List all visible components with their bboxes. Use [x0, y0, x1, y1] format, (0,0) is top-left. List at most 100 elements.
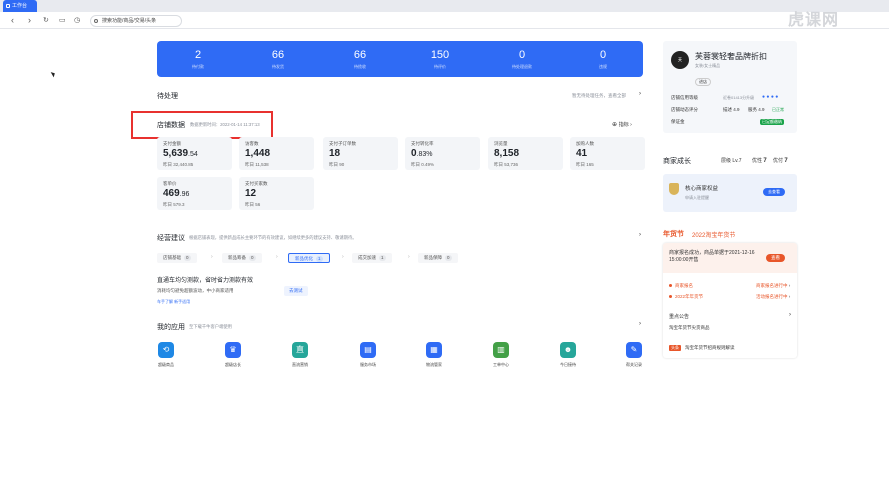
forward-icon[interactable]: ›: [28, 15, 31, 26]
metric-title: 加购人数: [576, 141, 594, 146]
app-item[interactable]: ✎ 帮关记录: [614, 342, 654, 368]
metric-card[interactable]: 支付子订单数 18 昨日 90: [323, 137, 398, 170]
tab-workbench[interactable]: 工作台: [3, 0, 37, 12]
plus-icon: ⊕: [612, 122, 619, 128]
metric-value: 469.96: [163, 188, 190, 199]
page-icon[interactable]: ▭: [59, 15, 66, 26]
stat-item[interactable]: 0 违规: [583, 49, 623, 70]
app-item[interactable]: ▦ 物流管家: [414, 342, 454, 368]
test-button[interactable]: 去测试: [284, 286, 308, 296]
metric-card[interactable]: 支付金额 5,639.54 昨日 32,440.85: [157, 137, 232, 170]
metric-yesterday: 昨日 90: [329, 162, 345, 167]
news-item[interactable]: 淘宝年货节招商规则解读: [685, 345, 735, 351]
step-tab[interactable]: 新品保障 0: [418, 253, 458, 263]
chevron-right-icon[interactable]: ›: [639, 321, 641, 327]
reload-icon[interactable]: ↻: [43, 15, 49, 26]
app-label: 超级商品: [158, 362, 174, 367]
stat-item[interactable]: 66 待揽收: [340, 49, 380, 70]
metric-title: 支付金额: [163, 141, 181, 146]
chevron-right-icon[interactable]: ›: [639, 91, 641, 97]
app-label: 今日接待: [560, 362, 576, 367]
app-label: 工单中心: [493, 362, 509, 367]
apps-note: 至下载千牛客户端使用: [189, 324, 232, 329]
stat-item[interactable]: 0 待处理退款: [502, 49, 542, 70]
app-item[interactable]: ⟲ 超级商品: [146, 342, 186, 368]
crown-icon: ♛: [225, 342, 241, 358]
shield-icon: [669, 183, 679, 195]
announce-title: 重点公告: [669, 314, 690, 320]
stat-label: 待评价: [434, 64, 446, 69]
ticket-center-icon: ▥: [493, 342, 509, 358]
metric-value: 12: [245, 188, 257, 199]
address-text: 搜索功能/商品/交易/头条: [102, 18, 157, 24]
metric-card[interactable]: 浏览量 8,158 昨日 53,736: [488, 137, 563, 170]
stat-item[interactable]: 66 待发货: [258, 49, 298, 70]
festival-item[interactable]: 2022年年货节: [669, 294, 703, 300]
app-item[interactable]: ♛ 超级店长: [213, 342, 253, 368]
stat-value: 150: [430, 49, 450, 61]
app-item[interactable]: ▥ 工单中心: [481, 342, 521, 368]
browser-toolbar: ‹ › ↻ ▭ ◷ 搜索功能/商品/交易/头条: [0, 12, 889, 29]
stat-value: 66: [271, 49, 285, 61]
growth-comp: 优付 7: [773, 158, 788, 164]
view-benefit-button[interactable]: 去查看: [763, 188, 785, 196]
step-tab[interactable]: 新品筹备 0: [222, 253, 262, 263]
metric-card[interactable]: 支付转化率 0.83% 昨日 0.49%: [405, 137, 480, 170]
chevron-right-icon[interactable]: ›: [639, 232, 641, 238]
arrow-icon: ›: [342, 254, 344, 260]
advice-item-desc: 消耗均匀避免超额波动，中小商家适用: [157, 288, 234, 293]
step-tab[interactable]: 店铺基础 0: [157, 253, 197, 263]
level-note: 近卷01413分升级: [723, 95, 755, 100]
dsr-status: 已正常: [772, 107, 784, 112]
metric-title: 支付买家数: [245, 181, 268, 186]
growth-title: 商家成长: [663, 158, 691, 165]
metric-card[interactable]: 客单价 469.96 昨日 579.3: [157, 177, 232, 210]
chevron-right-icon[interactable]: ›: [789, 312, 791, 318]
history-icon[interactable]: ◷: [74, 15, 80, 26]
metric-card[interactable]: 访客数 1,448 昨日 11,538: [239, 137, 314, 170]
stat-label: 待揽收: [354, 64, 366, 69]
record-icon: ✎: [626, 342, 642, 358]
shop-avatar: 芙: [671, 51, 689, 69]
step-tab[interactable]: 成交加速 1: [352, 253, 392, 263]
metric-yesterday: 昨日 53,736: [494, 162, 519, 167]
app-item[interactable]: 直直流营销: [280, 342, 320, 368]
metric-value: 1,448: [245, 148, 271, 159]
metric-card[interactable]: 加购人数 41 昨日 165: [570, 137, 645, 170]
festival-item[interactable]: 商家报名: [669, 283, 693, 289]
app-item[interactable]: ☻ 今日接待: [548, 342, 588, 368]
festival-view-button[interactable]: 查看: [766, 254, 785, 262]
festival-title: 2022淘宝年货节: [692, 233, 736, 239]
pending-link[interactable]: 暂无待处理任务，查看全部: [572, 93, 626, 99]
service-market-icon: ▤: [360, 342, 376, 358]
announce-item[interactable]: 淘宝年货节尖货商品: [669, 325, 710, 331]
metric-yesterday: 昨日 0.49%: [411, 162, 435, 167]
step-tab-active[interactable]: 新品优化 1: [288, 253, 330, 263]
shop-category: 女装/女士精品: [695, 63, 721, 68]
news-tag: 头条: [669, 345, 681, 351]
back-icon[interactable]: ‹: [11, 15, 14, 26]
tab-bar: 工作台: [0, 0, 889, 12]
store-data-updated: 数据更新时间：2022-01-14 11:37:13: [190, 122, 260, 127]
advice-item-title: 直通车均匀测款，省时省力测款有效: [157, 278, 254, 284]
shop-name: 芙蓉裳轻奢品牌折扣: [695, 52, 767, 61]
enter-shop-button[interactable]: 进店: [695, 78, 711, 86]
metric-title: 浏览量: [494, 141, 508, 146]
address-search-input[interactable]: 搜索功能/商品/交易/头条: [90, 15, 182, 27]
metric-yesterday: 昨日 165: [576, 162, 594, 167]
stat-item[interactable]: 2 待付款: [178, 49, 218, 70]
advice-title: 经营建议: [157, 235, 185, 242]
app-item[interactable]: ▤ 服务市场: [348, 342, 388, 368]
metric-title: 支付子订单数: [329, 141, 356, 146]
indicator-link[interactable]: ⊕ 指标 ›: [612, 121, 632, 128]
dsr-service: 服务 4.9: [748, 107, 765, 112]
app-label: 直流营销: [292, 362, 308, 367]
watermark-logo: 虎课网: [788, 12, 840, 29]
metric-card[interactable]: 支付买家数 12 昨日 56: [239, 177, 314, 210]
advice-note: 根据店铺表现，提供新品成长主要环节的有效建议，如继续更多的建议支持、敬请期待。: [189, 235, 357, 240]
level-crowns-icon: ● ● ● ●: [762, 94, 779, 100]
stat-item[interactable]: 150 待评价: [420, 49, 460, 70]
super-product-icon: ⟲: [158, 342, 174, 358]
apps-title: 我的应用: [157, 324, 185, 331]
direct-marketing-icon: 直: [292, 342, 308, 358]
